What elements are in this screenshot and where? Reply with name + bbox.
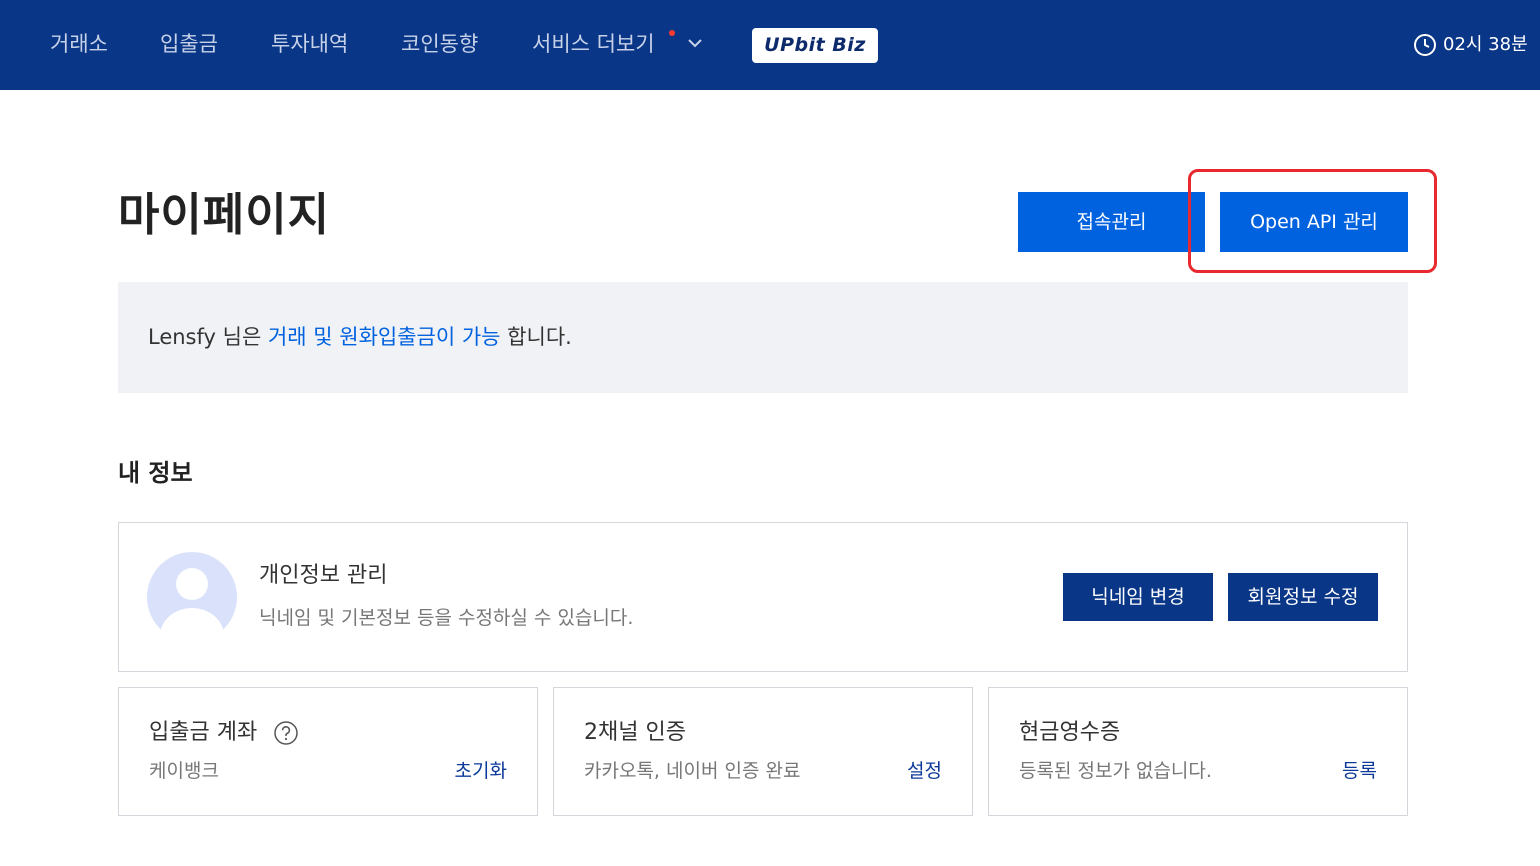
chevron-down-icon[interactable] [686, 36, 704, 50]
clock-icon [1414, 34, 1436, 56]
profile-description: 닉네임 및 기본정보 등을 수정하실 수 있습니다. [259, 607, 634, 629]
two-channel-auth-title: 2채널 인증 [584, 720, 686, 745]
nav-item-exchange[interactable]: 거래소 [50, 30, 108, 58]
nav-item-coin-trends[interactable]: 코인동향 [401, 30, 478, 58]
two-channel-auth-card: 2채널 인증 카카오톡, 네이버 인증 완료 설정 [553, 687, 973, 816]
reset-account-link[interactable]: 초기화 [455, 758, 507, 784]
top-navigation: 거래소 입출금 투자내역 코인동향 서비스 더보기 UPbit Biz 02시 … [0, 0, 1540, 90]
register-receipt-link[interactable]: 등록 [1342, 758, 1377, 784]
help-icon[interactable] [274, 721, 298, 745]
notice-prefix: Lensfy 님은 [148, 325, 268, 349]
change-nickname-button[interactable]: 닉네임 변경 [1063, 573, 1213, 621]
two-channel-auth-status: 카카오톡, 네이버 인증 완료 [584, 760, 801, 782]
nav-item-investments[interactable]: 투자내역 [271, 30, 348, 58]
notice-accent: 거래 및 원화입출금이 가능 [267, 325, 501, 349]
session-time: 02시 38분 [1443, 34, 1528, 55]
bank-name: 케이뱅크 [149, 760, 219, 782]
profile-card: 개인정보 관리 닉네임 및 기본정보 등을 수정하실 수 있습니다. 닉네임 변… [118, 522, 1408, 672]
my-info-title: 내 정보 [118, 459, 193, 487]
edit-member-info-button[interactable]: 회원정보 수정 [1228, 573, 1378, 621]
bank-account-title: 입출금 계좌 [149, 720, 258, 745]
new-badge-dot [669, 30, 675, 36]
account-status-notice: Lensfy 님은 거래 및 원화입출금이 가능 합니다. [118, 282, 1408, 393]
notice-text: Lensfy 님은 거래 및 원화입출금이 가능 합니다. [148, 322, 572, 352]
profile-title: 개인정보 관리 [259, 563, 388, 588]
bank-account-card: 입출금 계좌 케이뱅크 초기화 [118, 687, 538, 816]
nav-item-more-services[interactable]: 서비스 더보기 [532, 30, 655, 58]
cash-receipt-title: 현금영수증 [1019, 720, 1121, 745]
cash-receipt-status: 등록된 정보가 없습니다. [1019, 760, 1212, 782]
auth-settings-link[interactable]: 설정 [907, 758, 942, 784]
avatar-icon [147, 552, 237, 642]
notice-suffix: 합니다. [500, 325, 572, 349]
access-management-button[interactable]: 접속관리 [1018, 192, 1205, 252]
open-api-management-button[interactable]: Open API 관리 [1220, 192, 1408, 252]
cash-receipt-card: 현금영수증 등록된 정보가 없습니다. 등록 [988, 687, 1408, 816]
nav-item-deposit-withdraw[interactable]: 입출금 [160, 30, 218, 58]
upbit-biz-logo[interactable]: UPbit Biz [752, 28, 878, 63]
page-title: 마이페이지 [118, 188, 331, 241]
